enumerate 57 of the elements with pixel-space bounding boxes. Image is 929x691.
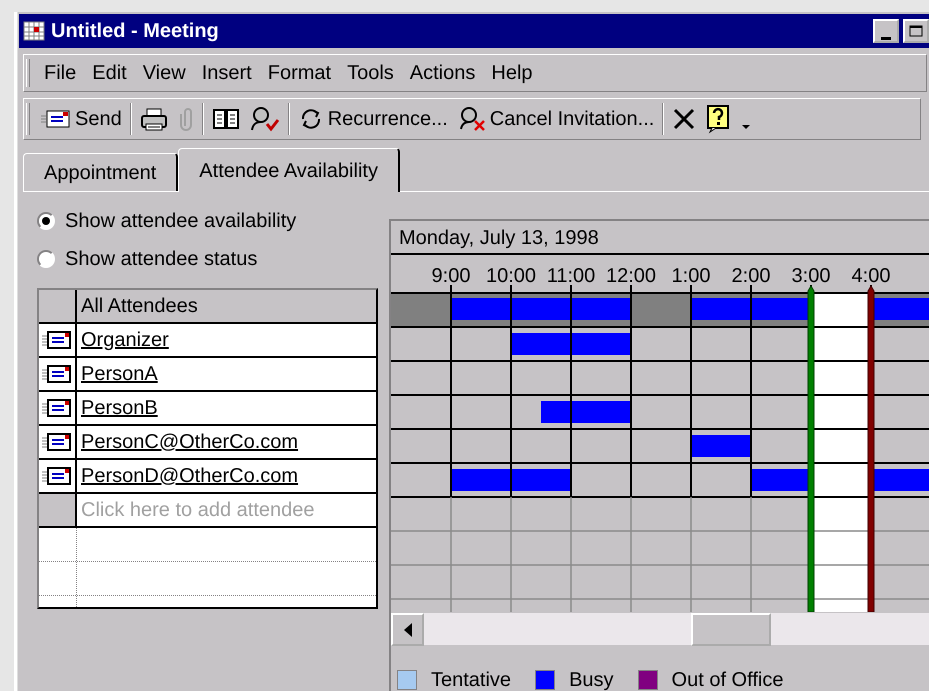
toolbar-button[interactable]: Cancel Invitation... [452, 99, 660, 139]
tab[interactable]: Attendee Availability [178, 148, 400, 192]
time-label: 4:00 [852, 265, 890, 287]
time-label: 9:00 [432, 265, 470, 287]
time-label: 12:00 [606, 265, 656, 287]
tab[interactable]: Appointment [23, 153, 178, 191]
book-icon[interactable] [212, 106, 240, 132]
calendar-icon [23, 21, 45, 41]
radio-label: Show attendee status [65, 247, 258, 272]
menu-item[interactable]: Insert [194, 55, 260, 91]
legend-label: Out of Office [672, 668, 784, 691]
maximize-icon [909, 25, 923, 37]
menu-item[interactable]: View [134, 55, 194, 91]
column-header: All Attendees [80, 294, 199, 319]
menu-item[interactable]: Edit [84, 55, 135, 91]
radio-button[interactable] [37, 212, 55, 230]
scrollbar-thumb[interactable] [691, 613, 771, 646]
person-check-icon[interactable] [250, 106, 280, 132]
horizontal-scrollbar[interactable] [391, 612, 929, 645]
window-title: Untitled - Meeting [51, 19, 219, 44]
attendee-name[interactable]: PersonB [81, 393, 158, 423]
person-cross-icon [458, 105, 486, 133]
menu-item[interactable]: Format [260, 55, 340, 91]
time-label: 3:00 [792, 265, 830, 287]
minimize-button[interactable] [873, 19, 899, 43]
attendee-name[interactable]: PersonD@OtherCo.com [81, 461, 298, 491]
caret-icon[interactable] [742, 125, 750, 129]
menu-item[interactable]: Tools [339, 55, 402, 91]
toolbar-button[interactable]: Send [36, 99, 127, 139]
legend-label: Busy [569, 668, 614, 691]
legend-label: Tentative [431, 668, 512, 691]
time-label: 10:00 [486, 265, 536, 287]
menu-item[interactable]: File [36, 55, 84, 91]
attendee-name[interactable]: PersonA [81, 359, 158, 389]
radio-button[interactable] [37, 250, 55, 268]
menu-item[interactable]: Help [483, 55, 541, 91]
left-arrow-icon [404, 622, 412, 636]
minimize-icon [880, 35, 892, 41]
meeting-start-marker[interactable] [808, 285, 814, 612]
maximize-button[interactable] [903, 19, 929, 43]
time-label: 1:00 [672, 265, 710, 287]
contact-card-icon [42, 329, 72, 351]
toolbar-button[interactable]: Recurrence... [292, 99, 453, 139]
time-label: 11:00 [546, 265, 596, 287]
contact-card-icon [42, 397, 72, 419]
attendee-name[interactable]: PersonC@OtherCo.com [81, 427, 298, 457]
delete-icon[interactable] [672, 107, 696, 131]
contact-card-icon [42, 465, 72, 487]
meeting-end-marker[interactable] [868, 285, 874, 612]
attendee-name[interactable]: Organizer [81, 325, 169, 355]
time-label: 2:00 [732, 265, 770, 287]
contact-card-icon [42, 431, 72, 453]
printer-icon[interactable] [140, 107, 168, 131]
scroll-left-button[interactable] [391, 613, 424, 646]
menu-item[interactable]: Actions [402, 55, 484, 91]
contact-card-icon [42, 363, 72, 385]
radio-label: Show attendee availability [65, 209, 296, 234]
